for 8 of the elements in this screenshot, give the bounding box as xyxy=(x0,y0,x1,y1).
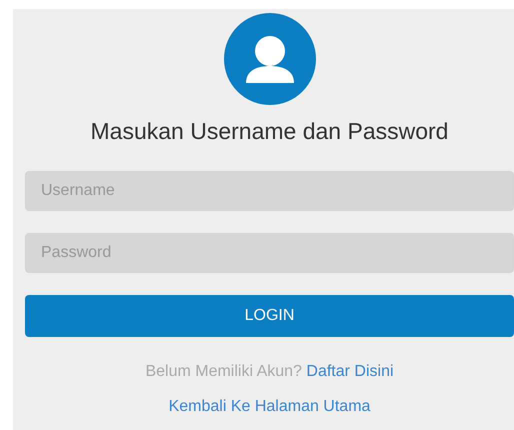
login-title: Masukan Username dan Password xyxy=(90,118,448,145)
home-link[interactable]: Kembali Ke Halaman Utama xyxy=(168,398,370,416)
password-field[interactable]: Password xyxy=(25,233,514,273)
user-avatar-icon xyxy=(224,13,316,105)
register-prompt: Belum Memiliki Akun? Daftar Disini xyxy=(145,363,394,381)
login-button[interactable]: LOGIN xyxy=(25,295,514,337)
register-link[interactable]: Daftar Disini xyxy=(306,363,394,380)
username-field[interactable]: Username xyxy=(25,171,514,211)
